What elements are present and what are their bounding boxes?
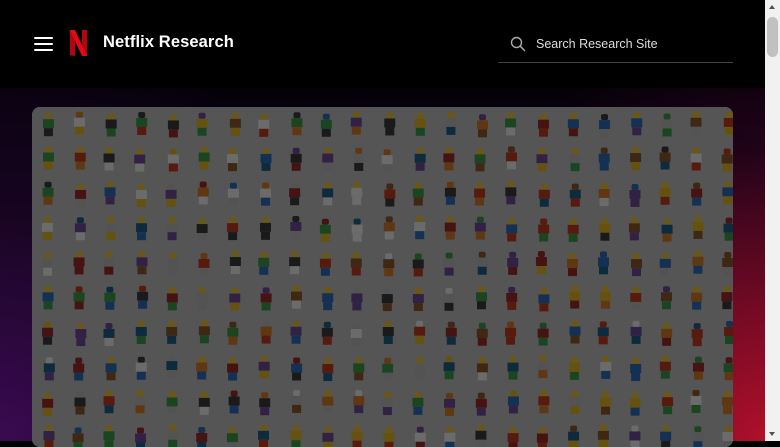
hamburger-menu-icon[interactable] — [34, 36, 54, 52]
page-background: Netflix Research — [0, 0, 765, 447]
scroll-up-arrow-icon[interactable] — [765, 0, 780, 15]
scrollbar-thumb[interactable] — [767, 17, 778, 57]
vertical-scrollbar[interactable] — [765, 0, 780, 441]
search-icon — [510, 36, 526, 52]
site-header: Netflix Research — [0, 0, 765, 88]
search-input[interactable] — [536, 34, 726, 54]
netflix-logo-icon[interactable] — [70, 30, 87, 56]
hero-image — [32, 107, 733, 447]
scroll-down-arrow-icon[interactable] — [765, 426, 780, 441]
search-bar[interactable] — [498, 28, 733, 63]
hero-dark-overlay — [32, 107, 733, 447]
site-title[interactable]: Netflix Research — [103, 33, 234, 52]
